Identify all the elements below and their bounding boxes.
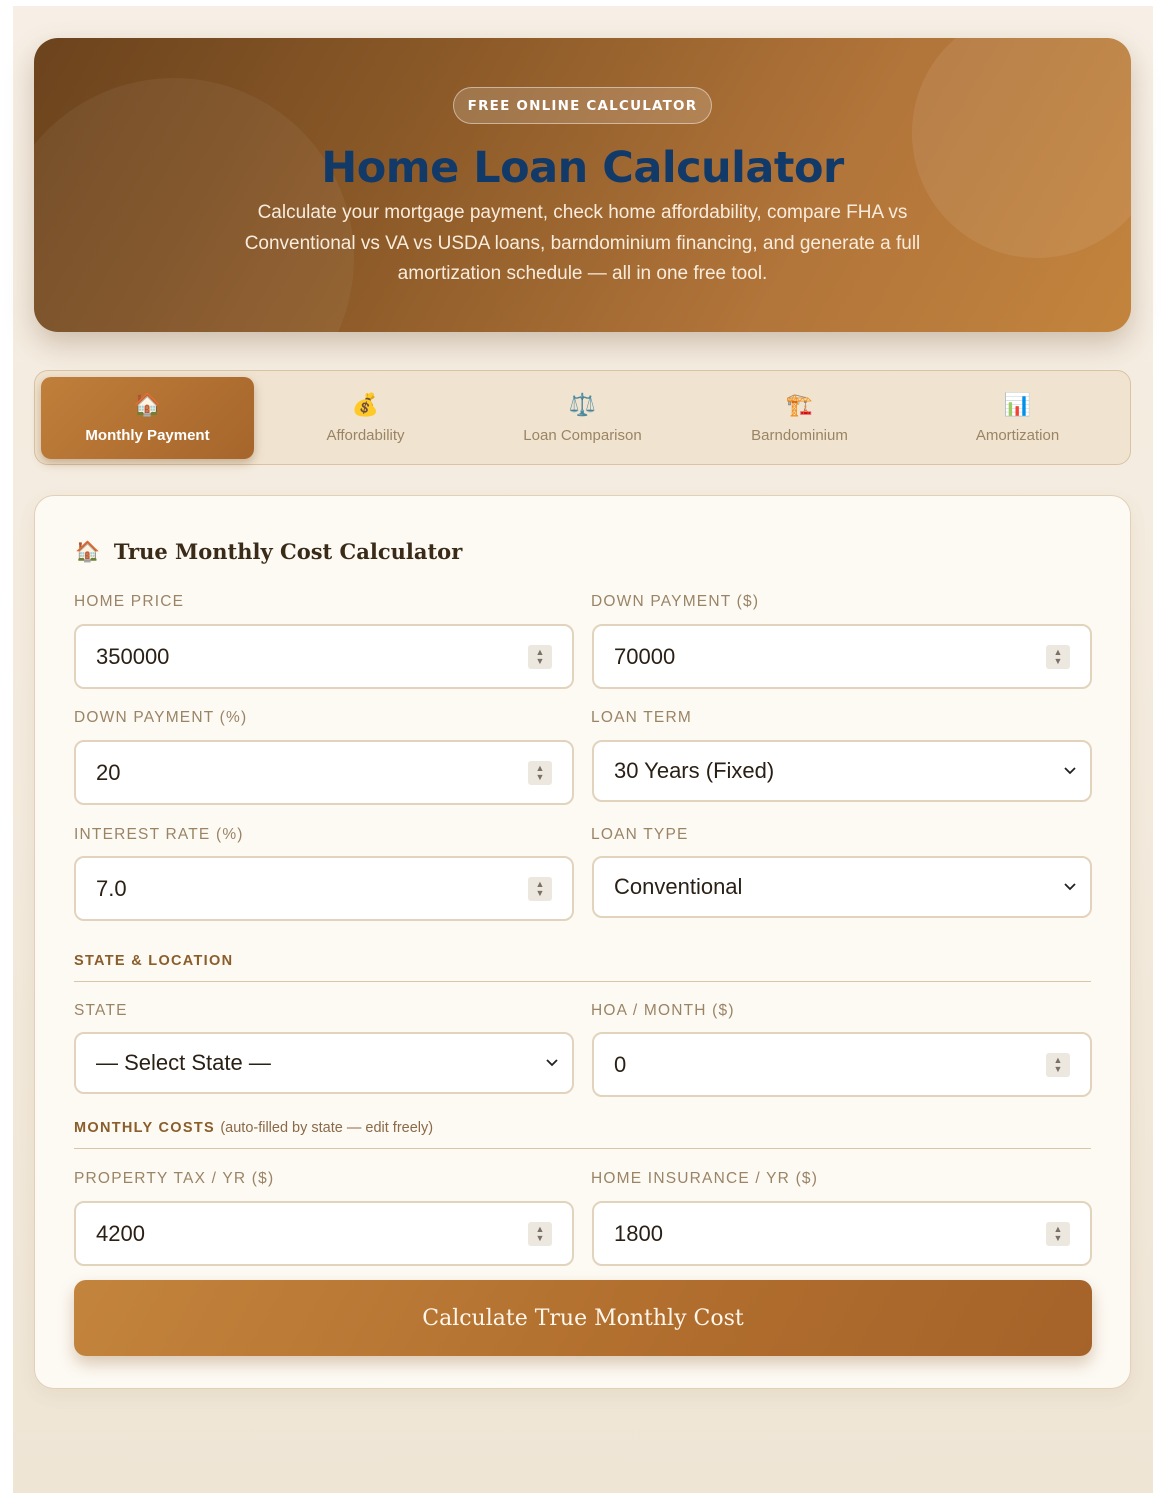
down-payment-amount-label: DOWN PAYMENT ($) <box>591 593 760 610</box>
loan-type-value: Conventional <box>614 874 743 899</box>
calculate-button[interactable]: Calculate True Monthly Cost <box>74 1280 1092 1356</box>
stepper-icon[interactable]: ▲ ▼ <box>528 1221 552 1246</box>
down-payment-amount-value: 70000 <box>614 643 676 669</box>
card-title-text: True Monthly Cost Calculator <box>113 538 463 564</box>
property-tax-label: PROPERTY TAX / YR ($) <box>74 1170 275 1187</box>
tab-label: Loan Comparison <box>523 427 642 444</box>
chevron-down-icon <box>1064 881 1076 893</box>
down-payment-percent-label: DOWN PAYMENT (%) <box>74 709 248 726</box>
hoa-value: 0 <box>614 1051 627 1077</box>
scales-icon: ⚖️ <box>568 393 597 418</box>
free-calculator-badge: FREE ONLINE CALCULATOR <box>453 87 712 124</box>
stepper-icon[interactable]: ▲ ▼ <box>1046 644 1070 669</box>
state-label: STATE <box>74 1002 128 1019</box>
card-title: 🏠 True Monthly Cost Calculator <box>75 536 462 566</box>
state-location-section-heading: STATE & LOCATION <box>74 953 1091 982</box>
chevron-down-icon <box>1064 765 1076 777</box>
tab-label: Barndominium <box>751 427 848 444</box>
state-value: — Select State — <box>96 1050 271 1075</box>
hoa-input[interactable]: 0 ▲ ▼ <box>592 1032 1092 1097</box>
home-insurance-value: 1800 <box>614 1220 663 1246</box>
tab-barndominium[interactable]: 🏗️ Barndominium <box>693 377 906 459</box>
home-price-input[interactable]: 350000 ▲ ▼ <box>74 624 574 689</box>
home-price-value: 350000 <box>96 643 170 669</box>
monthly-cost-card: 🏠 True Monthly Cost Calculator HOME PRIC… <box>34 495 1131 1389</box>
page-title: Home Loan Calculator <box>321 143 844 193</box>
stepper-icon[interactable]: ▲ ▼ <box>1046 1052 1070 1077</box>
monthly-costs-section-heading: MONTHLY COSTS (auto-filled by state — ed… <box>74 1120 1091 1149</box>
property-tax-value: 4200 <box>96 1220 145 1246</box>
loan-term-select[interactable]: 30 Years (Fixed) <box>592 740 1092 802</box>
bar-chart-icon: 📊 <box>1003 393 1032 418</box>
down-payment-percent-input[interactable]: 20 ▲ ▼ <box>74 740 574 805</box>
stepper-icon[interactable]: ▲ ▼ <box>528 644 552 669</box>
tab-amortization[interactable]: 📊 Amortization <box>911 377 1124 459</box>
home-price-label: HOME PRICE <box>74 593 185 610</box>
loan-term-label: LOAN TERM <box>591 709 692 726</box>
house-icon: 🏠 <box>133 393 162 418</box>
home-insurance-label: HOME INSURANCE / YR ($) <box>591 1170 819 1187</box>
down-payment-amount-input[interactable]: 70000 ▲ ▼ <box>592 624 1092 689</box>
tab-label: Monthly Payment <box>85 427 210 444</box>
stepper-icon[interactable]: ▲ ▼ <box>1046 1221 1070 1246</box>
loan-type-label: LOAN TYPE <box>591 826 689 843</box>
stepper-icon[interactable]: ▲ ▼ <box>528 760 552 785</box>
home-insurance-input[interactable]: 1800 ▲ ▼ <box>592 1201 1092 1266</box>
hero-banner: FREE ONLINE CALCULATOR Home Loan Calcula… <box>34 38 1131 332</box>
section-note: (auto-filled by state — edit freely) <box>220 1120 434 1136</box>
chevron-down-icon <box>546 1057 558 1069</box>
tab-loan-comparison[interactable]: ⚖️ Loan Comparison <box>476 377 689 459</box>
page: FREE ONLINE CALCULATOR Home Loan Calcula… <box>13 6 1153 1493</box>
hero-subtitle: Calculate your mortgage payment, check h… <box>244 202 921 284</box>
loan-type-select[interactable]: Conventional <box>592 856 1092 918</box>
tab-affordability[interactable]: 💰 Affordability <box>259 377 472 459</box>
down-payment-percent-value: 20 <box>96 759 121 785</box>
calculator-tabs: 🏠 Monthly Payment 💰 Affordability ⚖️ Loa… <box>34 370 1131 465</box>
hoa-label: HOA / MONTH ($) <box>591 1002 735 1019</box>
section-title: STATE & LOCATION <box>74 953 234 969</box>
stepper-icon[interactable]: ▲ ▼ <box>528 876 552 901</box>
section-title: MONTHLY COSTS <box>74 1120 215 1136</box>
crane-icon: 🏗️ <box>785 393 814 418</box>
tab-label: Amortization <box>975 427 1060 444</box>
state-select[interactable]: — Select State — <box>74 1032 574 1094</box>
tab-monthly-payment[interactable]: 🏠 Monthly Payment <box>41 377 254 459</box>
loan-term-value: 30 Years (Fixed) <box>614 758 775 783</box>
interest-rate-value: 7.0 <box>96 875 127 901</box>
money-bag-icon: 💰 <box>351 393 380 418</box>
property-tax-input[interactable]: 4200 ▲ ▼ <box>74 1201 574 1266</box>
house-icon: 🏠 <box>75 539 100 563</box>
interest-rate-input[interactable]: 7.0 ▲ ▼ <box>74 856 574 921</box>
interest-rate-label: INTEREST RATE (%) <box>74 826 244 843</box>
tab-label: Affordability <box>326 427 405 444</box>
